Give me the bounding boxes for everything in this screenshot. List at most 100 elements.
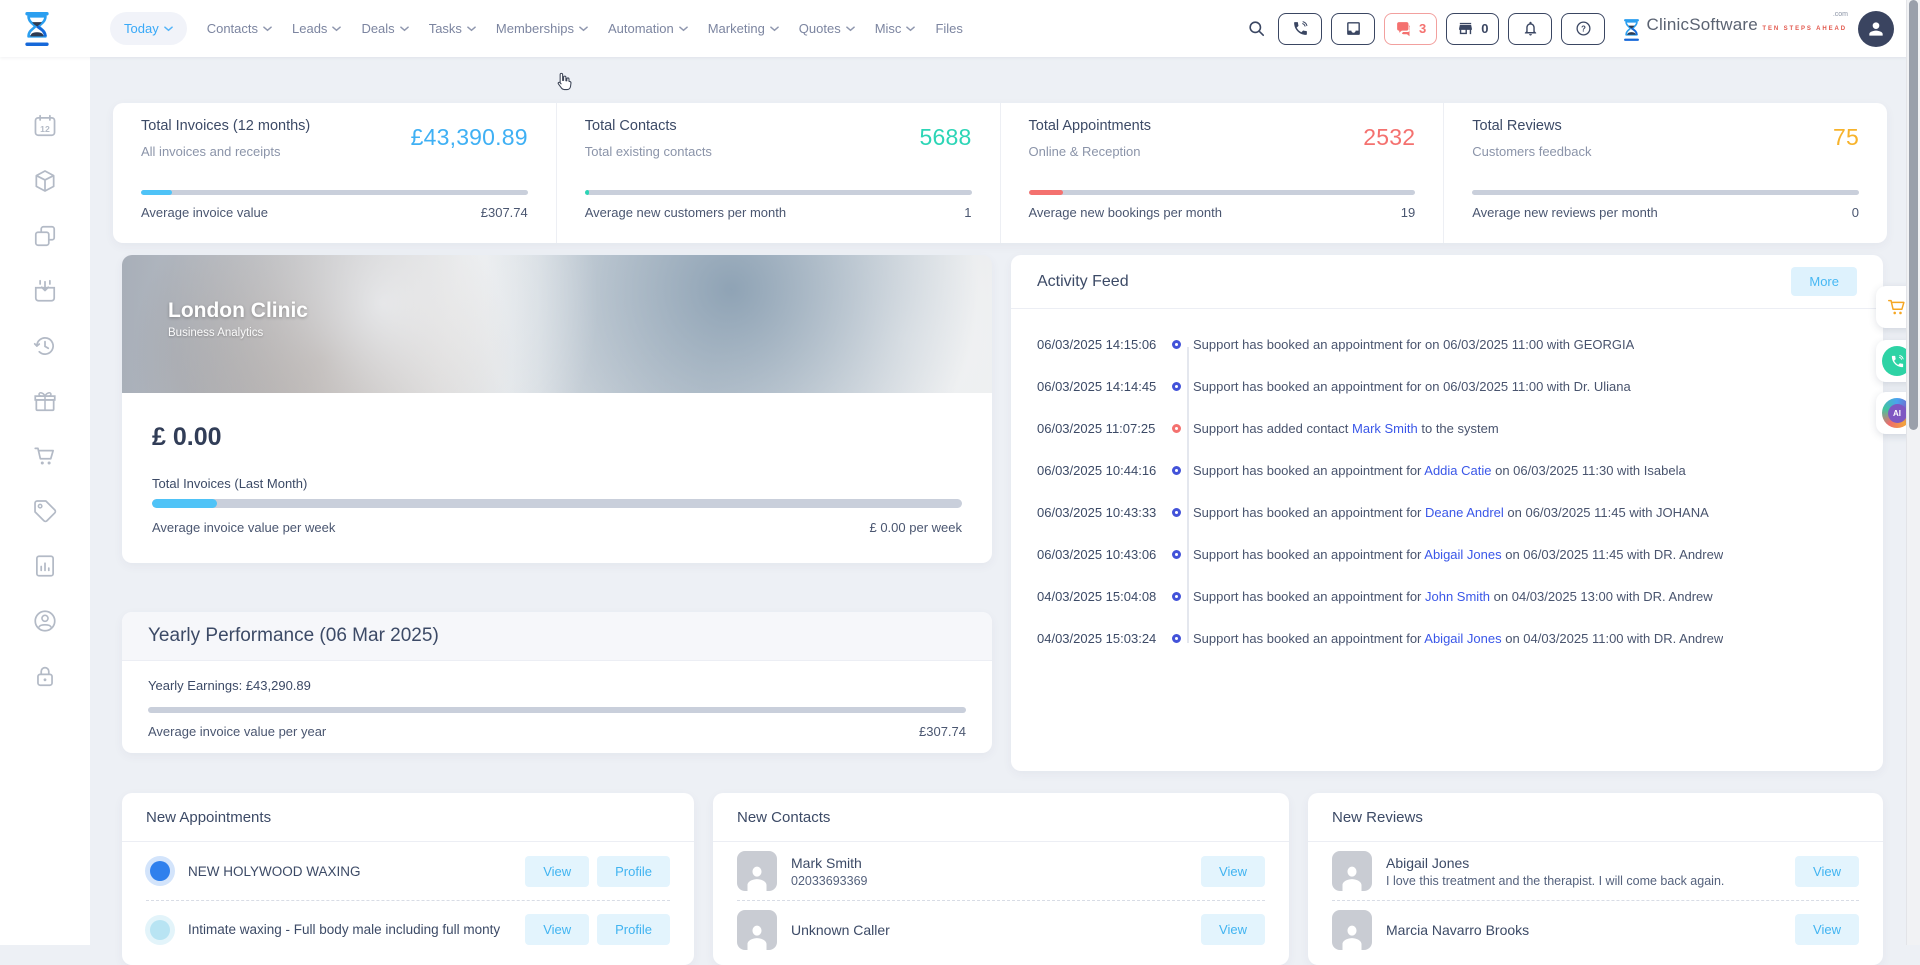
- activity-feed-item: 06/03/2025 10:43:06 Support has booked a…: [1011, 533, 1883, 575]
- view-button[interactable]: View: [1795, 914, 1859, 945]
- sidebar-item-package[interactable]: [32, 168, 58, 194]
- view-button[interactable]: View: [525, 914, 590, 945]
- contact-row: Unknown Caller View: [737, 900, 1265, 958]
- review-row: Abigail Jones I love this treatment and t…: [1332, 842, 1859, 900]
- new-appointments-title: New Appointments: [122, 793, 694, 842]
- nav-item-marketing[interactable]: Marketing: [708, 21, 779, 36]
- user-avatar[interactable]: [1858, 10, 1894, 47]
- nav-item-label: Automation: [607, 21, 674, 36]
- sidebar-item-calendar-12[interactable]: [32, 113, 58, 139]
- avatar: [737, 851, 777, 891]
- review-subtext: I love this treatment and the therapist.…: [1386, 873, 1725, 888]
- chevron-down-icon: [263, 25, 272, 31]
- yearly-earnings-label: Yearly Earnings:: [148, 678, 243, 693]
- stat-footer-value: 0: [1851, 205, 1859, 220]
- nav-item-contacts[interactable]: Contacts: [207, 21, 272, 36]
- appointment-label: Intimate waxing - Full body male includi…: [188, 922, 501, 937]
- view-button[interactable]: View: [525, 855, 590, 887]
- nav-item-misc[interactable]: Misc: [875, 21, 916, 36]
- activity-feed-item: 06/03/2025 11:07:25 Support has added co…: [1011, 407, 1883, 449]
- sidebar-item-gift[interactable]: [32, 388, 58, 414]
- new-contacts-card: New Contacts Mark Smith 02033693369 View Un…: [713, 793, 1289, 965]
- contact-link[interactable]: Abigail Jones: [1424, 631, 1501, 646]
- nav-item-deals[interactable]: Deals: [361, 21, 409, 36]
- nav-item-quotes[interactable]: Quotes: [799, 21, 855, 36]
- nav-item-files[interactable]: Files: [935, 21, 962, 36]
- clinic-metric-label: Total Invoices (Last Month): [152, 476, 308, 491]
- nav-item-memberships[interactable]: Memberships: [496, 21, 588, 36]
- sidebar-item-calendar-import[interactable]: [32, 278, 58, 304]
- activity-more-button[interactable]: More: [1791, 267, 1857, 296]
- sidebar: [0, 57, 90, 945]
- scrollbar-thumb[interactable]: [1909, 0, 1918, 430]
- calendar-import-icon: [32, 278, 58, 304]
- nav-item-label: Tasks: [428, 21, 462, 36]
- feed-timestamp: 06/03/2025 14:14:45: [1037, 378, 1157, 394]
- help-button[interactable]: [1561, 12, 1606, 45]
- help-icon: [1575, 20, 1592, 37]
- chat-button[interactable]: 3: [1384, 12, 1438, 45]
- feed-timestamp: 06/03/2025 14:15:06: [1037, 336, 1157, 352]
- app-logo-hourglass-icon[interactable]: [22, 11, 52, 47]
- stat-progress-bar: [584, 190, 972, 195]
- chat-count-badge: 3: [1419, 21, 1427, 36]
- sidebar-item-price-tag[interactable]: [32, 498, 58, 524]
- nav-item-today[interactable]: Today: [110, 12, 187, 45]
- profile-button[interactable]: Profile: [597, 855, 670, 887]
- sidebar-item-report[interactable]: [32, 553, 58, 579]
- contact-row: Mark Smith 02033693369 View: [737, 842, 1265, 900]
- search-button[interactable]: [1243, 12, 1269, 45]
- contact-link[interactable]: Deane Andrel: [1425, 505, 1504, 520]
- page-scrollbar[interactable]: [1906, 0, 1920, 945]
- sidebar-item-cart[interactable]: [32, 443, 58, 469]
- chevron-down-icon: [332, 25, 342, 31]
- sidebar-item-lock[interactable]: [32, 663, 58, 689]
- profile-button[interactable]: Profile: [597, 914, 670, 945]
- nav-item-label: Quotes: [798, 21, 841, 36]
- view-button[interactable]: View: [1201, 855, 1265, 887]
- copy-icon: [32, 223, 58, 249]
- nav-item-tasks[interactable]: Tasks: [429, 21, 476, 36]
- stat-footer-value: 1: [964, 205, 972, 220]
- contact-link[interactable]: Abigail Jones: [1424, 547, 1501, 562]
- price-tag-icon: [32, 498, 58, 524]
- sidebar-item-user-badge[interactable]: [32, 608, 58, 634]
- stat-card-total-contacts: Total Contacts Total existing contacts 5…: [555, 103, 1000, 243]
- phone-button[interactable]: [1278, 12, 1322, 45]
- stat-footer-label: Average invoice value: [141, 205, 268, 220]
- chevron-down-icon: [678, 25, 688, 31]
- review-name: Marcia Navarro Brooks: [1386, 921, 1530, 938]
- brand-logo: ClinicSoftware .com TEN STEPS AHEAD: [1622, 11, 1848, 42]
- activity-feed-item: 06/03/2025 10:44:16 Support has booked a…: [1011, 449, 1883, 491]
- contact-name: Mark Smith: [791, 854, 862, 871]
- yearly-title: Yearly Performance (06 Mar 2025): [122, 612, 992, 661]
- package-icon: [32, 168, 58, 194]
- contact-link[interactable]: John Smith: [1425, 589, 1490, 604]
- chat-icon: [1395, 20, 1412, 37]
- stat-card-total-invoices-12-months: Total Invoices (12 months) All invoices …: [113, 103, 556, 243]
- nav-item-label: Today: [124, 21, 159, 36]
- nav-item-automation[interactable]: Automation: [608, 21, 688, 36]
- header-actions: 3 0 ClinicSoftware .com TEN STEPS AHEAD: [1243, 10, 1894, 47]
- clinic-amount: £ 0.00: [152, 423, 222, 451]
- inbox-button[interactable]: [1331, 12, 1375, 45]
- clinic-footer-value: £ 0.00 per week: [869, 520, 962, 535]
- stat-progress-bar: [1472, 190, 1859, 195]
- feed-text: Support has booked an appointment for Ab…: [1193, 630, 1724, 646]
- new-reviews-list: Abigail Jones I love this treatment and t…: [1308, 842, 1883, 958]
- feed-timestamp: 06/03/2025 11:07:25: [1037, 420, 1156, 436]
- notifications-button[interactable]: [1508, 12, 1553, 45]
- nav-item-leads[interactable]: Leads: [292, 21, 342, 36]
- stat-value: 5688: [919, 124, 972, 150]
- sidebar-item-copy[interactable]: [32, 223, 58, 249]
- view-button[interactable]: View: [1795, 855, 1859, 887]
- appointment-color-dot: [150, 919, 170, 940]
- store-button[interactable]: 0: [1446, 12, 1500, 45]
- appointment-row: Intimate waxing - Full body male includi…: [146, 900, 670, 958]
- sidebar-item-history[interactable]: [32, 333, 58, 359]
- view-button[interactable]: View: [1201, 914, 1265, 945]
- feed-marker-icon: [1172, 633, 1181, 643]
- activity-feed-item: 06/03/2025 14:15:06 Support has booked a…: [1011, 323, 1883, 365]
- contact-link[interactable]: Mark Smith: [1352, 421, 1418, 436]
- contact-link[interactable]: Addia Catie: [1424, 463, 1491, 478]
